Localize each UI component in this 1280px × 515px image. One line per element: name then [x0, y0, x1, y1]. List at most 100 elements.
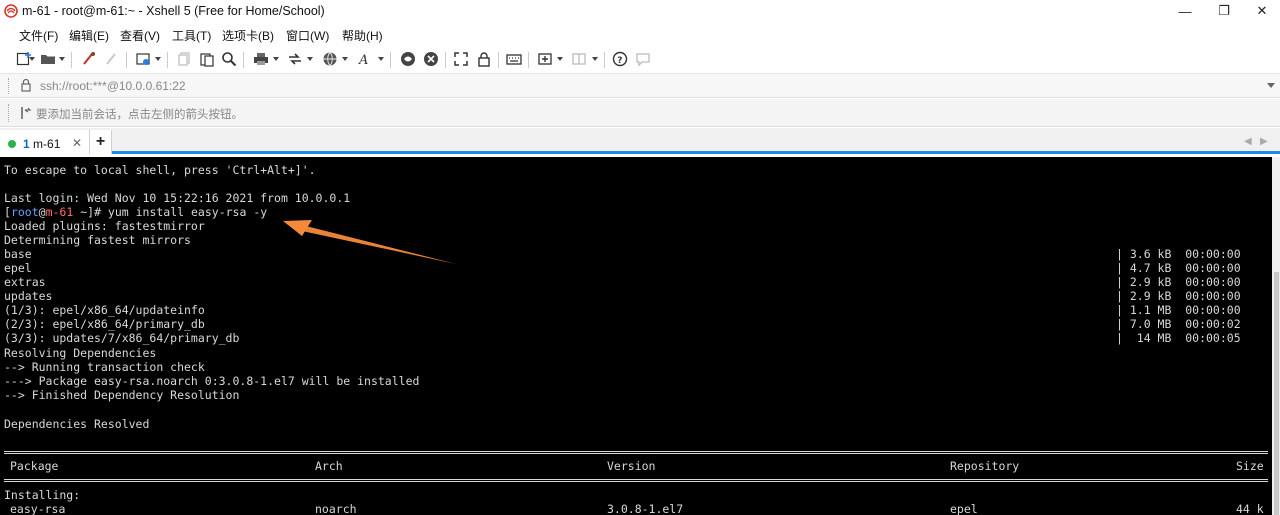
layout-icon[interactable]	[571, 51, 587, 67]
menu-help[interactable]: 帮助(H)	[342, 27, 383, 44]
arrow-icon[interactable]	[20, 106, 32, 120]
dependencies-resolved-line: Dependencies Resolved	[4, 417, 150, 431]
package-line: ---> Package easy-rsa.noarch 0:3.0.8-1.e…	[4, 374, 420, 388]
table-rule	[4, 451, 1268, 454]
chevron-down-icon[interactable]	[273, 57, 279, 61]
toolbar-divider	[498, 52, 499, 68]
keyboard-icon[interactable]	[506, 51, 522, 67]
toolbar-divider	[604, 52, 605, 68]
chevron-down-icon[interactable]	[378, 57, 384, 61]
properties-icon[interactable]	[135, 51, 151, 67]
tab-next-icon[interactable]: ▶	[1260, 136, 1268, 147]
download-size: | 2.9 kB 00:00:00	[1116, 289, 1241, 303]
toolbar-divider	[390, 52, 391, 68]
copy-icon[interactable]	[177, 51, 193, 67]
lock-icon	[21, 78, 31, 92]
session-hint-text: 要添加当前会话，点击左侧的箭头按钮。	[36, 109, 243, 121]
print-icon[interactable]	[253, 51, 269, 67]
command-text: yum install easy-rsa -y	[101, 205, 268, 219]
shell-prompt-line: [root@m-61 ~]# yum install easy-rsa -y	[4, 205, 267, 219]
window-title: m-61 - root@m-61:~ - Xshell 5 (Free for …	[22, 4, 325, 18]
download-name: updates	[4, 289, 53, 303]
chat-icon[interactable]	[635, 51, 651, 67]
lock-icon[interactable]	[476, 51, 492, 67]
chevron-down-icon[interactable]	[29, 57, 35, 61]
table-header-package: Package	[10, 459, 59, 473]
menu-bar: 文件(F) 编辑(E) 查看(V) 工具(T) 选项卡(B) 窗口(W) 帮助(…	[0, 24, 1280, 44]
download-size: | 1.1 MB 00:00:00	[1116, 303, 1241, 317]
table-cell-repository: epel	[950, 502, 978, 515]
chevron-down-icon[interactable]	[307, 57, 313, 61]
download-size: | 14 MB 00:00:05	[1116, 331, 1241, 345]
table-cell-arch: noarch	[315, 502, 357, 515]
find-icon[interactable]	[221, 51, 237, 67]
svg-text:?: ?	[617, 56, 622, 66]
prompt-cwd: ~	[73, 205, 88, 219]
globe-icon[interactable]	[322, 51, 338, 67]
tab-label[interactable]: 1 m-61	[23, 137, 60, 151]
download-name: (1/3): epel/x86_64/updateinfo	[4, 303, 205, 317]
toolbar-divider	[243, 52, 244, 68]
table-header-size: Size	[1236, 459, 1264, 473]
hint-bar-grip[interactable]	[8, 104, 11, 122]
tab-prev-icon[interactable]: ◀	[1244, 136, 1252, 147]
reconnect-icon[interactable]	[81, 51, 97, 67]
finished-resolution-line: --> Finished Dependency Resolution	[4, 388, 240, 402]
address-input[interactable]: ssh://root:***@10.0.0.61:22	[40, 79, 186, 93]
menu-edit[interactable]: 编辑(E)	[69, 27, 109, 44]
chevron-down-icon[interactable]	[1267, 83, 1275, 88]
tab-name: m-61	[33, 137, 61, 151]
tab-close-icon[interactable]: ✕	[72, 136, 82, 150]
menu-tabs[interactable]: 选项卡(B)	[222, 27, 274, 44]
disconnect-icon[interactable]	[104, 51, 120, 67]
minimize-button[interactable]: —	[1167, 0, 1203, 22]
open-folder-icon[interactable]	[40, 51, 56, 67]
table-header-version: Version	[607, 459, 656, 473]
table-cell-size: 44 k	[1236, 502, 1264, 515]
download-name: (3/3): updates/7/x86_64/primary_db	[4, 331, 240, 345]
chevron-down-icon[interactable]	[342, 57, 348, 61]
resolving-line: Resolving Dependencies	[4, 346, 157, 360]
prompt-at: @	[38, 205, 46, 219]
font-icon[interactable]: A	[357, 51, 373, 67]
scrollbar-thumb[interactable]	[1274, 272, 1279, 515]
loaded-plugins-line: Loaded plugins: fastestmirror	[4, 219, 205, 233]
determining-mirrors-line: Determining fastest mirrors	[4, 233, 191, 247]
transaction-check-line: --> Running transaction check	[4, 360, 205, 374]
download-size: | 2.9 kB 00:00:00	[1116, 275, 1241, 289]
xshell-logo-icon	[4, 4, 18, 18]
xmanager-icon[interactable]	[423, 51, 439, 67]
fullscreen-icon[interactable]	[453, 51, 469, 67]
new-tab-icon[interactable]	[537, 51, 553, 67]
chevron-down-icon[interactable]	[155, 57, 161, 61]
menu-window[interactable]: 窗口(W)	[286, 27, 329, 44]
table-cell-package: easy-rsa	[10, 502, 66, 515]
chevron-down-icon[interactable]	[557, 57, 563, 61]
prompt-close: ]#	[87, 205, 101, 219]
connected-status-icon	[8, 140, 16, 148]
help-icon[interactable]: ?	[612, 51, 628, 67]
tab-bar	[0, 128, 1280, 154]
prompt-host: m-61	[45, 205, 74, 219]
transfer-icon[interactable]	[287, 51, 303, 67]
toolbar-divider	[445, 52, 446, 68]
add-tab-button[interactable]: +	[90, 130, 112, 154]
address-bar-grip[interactable]	[8, 78, 11, 94]
maximize-button[interactable]: ❐	[1206, 0, 1242, 22]
chevron-down-icon	[592, 57, 598, 61]
menu-view[interactable]: 查看(V)	[120, 27, 160, 44]
paste-icon[interactable]	[199, 51, 215, 67]
menu-tools[interactable]: 工具(T)	[172, 27, 211, 44]
svg-text:A: A	[358, 53, 368, 67]
close-button[interactable]: ✕	[1244, 0, 1280, 22]
tab-number: 1	[23, 137, 30, 151]
menu-file[interactable]: 文件(F)	[19, 27, 58, 44]
download-name: (2/3): epel/x86_64/primary_db	[4, 317, 205, 331]
table-cell-version: 3.0.8-1.el7	[607, 502, 684, 515]
download-name: base	[4, 247, 32, 261]
xftp-icon[interactable]	[400, 51, 416, 67]
installing-label: Installing:	[4, 488, 81, 502]
chevron-down-icon[interactable]	[59, 57, 65, 61]
download-name: epel	[4, 261, 32, 275]
toolbar: A ?	[0, 46, 1280, 74]
